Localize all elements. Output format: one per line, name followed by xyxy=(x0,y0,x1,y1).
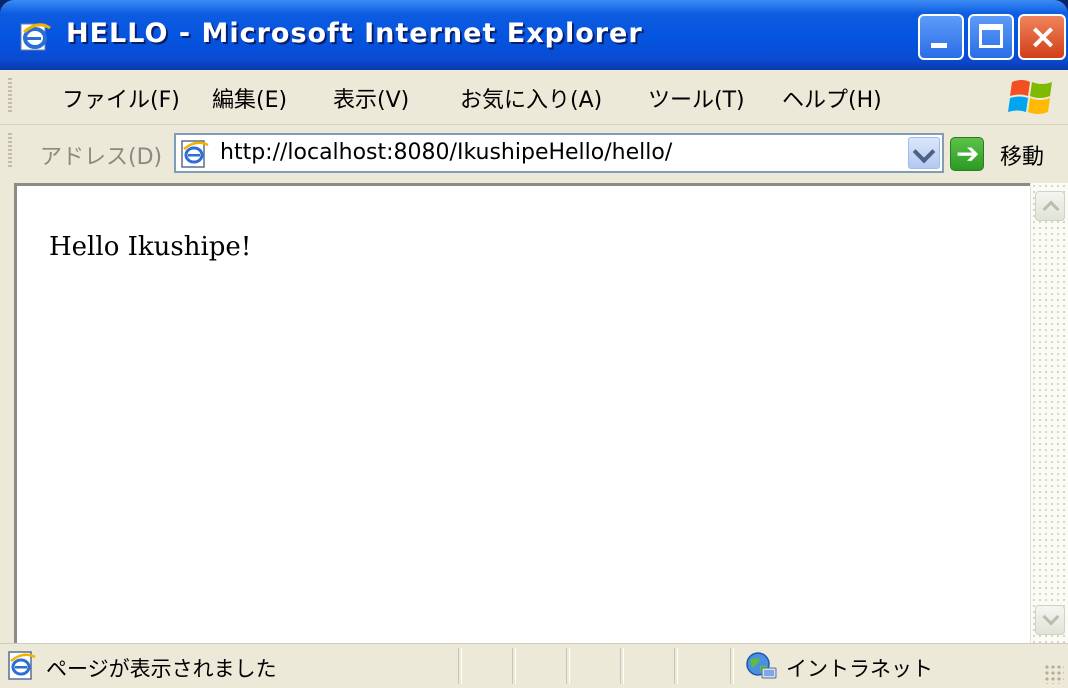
menu-bar: ファイル(F) 編集(E) 表示(V) お気に入り(A) ツール(T) ヘルプ(… xyxy=(0,70,1068,125)
status-bar: ページが表示されました イントラネット xyxy=(0,643,1068,688)
title-bar[interactable]: HELLO - Microsoft Internet Explorer × xyxy=(0,0,1068,70)
address-input[interactable]: http://localhost:8080/IkushipeHello/hell… xyxy=(174,133,944,173)
menu-favorites[interactable]: お気に入り(A) xyxy=(460,82,602,114)
minimize-icon xyxy=(931,43,947,48)
scroll-down-button[interactable] xyxy=(1035,605,1065,635)
menu-view[interactable]: 表示(V) xyxy=(333,82,409,114)
page-loaded-icon xyxy=(8,651,36,680)
page-icon xyxy=(181,140,209,168)
status-separator xyxy=(730,648,734,684)
menu-edit[interactable]: 編集(E) xyxy=(212,82,287,114)
address-bar: アドレス(D) http://localhost:8080/IkushipeHe… xyxy=(0,125,1068,183)
menu-help[interactable]: ヘルプ(H) xyxy=(782,82,882,114)
windows-logo-icon xyxy=(1008,80,1052,114)
close-button[interactable]: × xyxy=(1018,14,1066,60)
window-frame xyxy=(0,183,14,643)
zone-text: イントラネット xyxy=(786,657,933,681)
vertical-scrollbar[interactable] xyxy=(1030,183,1068,643)
chevron-up-icon xyxy=(1042,200,1060,218)
intranet-globe-icon xyxy=(746,652,777,679)
status-separator xyxy=(566,648,570,684)
chevron-down-icon xyxy=(912,140,936,164)
address-url: http://localhost:8080/IkushipeHello/hell… xyxy=(220,140,673,165)
status-separator xyxy=(620,648,624,684)
go-button[interactable]: ➔ 移動 xyxy=(950,133,1068,175)
window-title: HELLO - Microsoft Internet Explorer xyxy=(66,18,643,49)
toolbar-grip[interactable] xyxy=(8,78,12,114)
status-separator xyxy=(512,648,516,684)
go-label: 移動 xyxy=(1000,145,1045,170)
page-text: Hello Ikushipe! xyxy=(49,232,252,262)
go-arrow-icon: ➔ xyxy=(950,137,984,171)
close-icon: × xyxy=(1028,17,1058,57)
status-text: ページが表示されました xyxy=(46,657,277,681)
status-separator xyxy=(458,648,462,684)
address-label: アドレス(D) xyxy=(40,145,163,170)
ie-icon xyxy=(20,23,51,51)
resize-grip[interactable] xyxy=(1044,664,1064,684)
minimize-button[interactable] xyxy=(918,14,964,60)
page-content: Hello Ikushipe! xyxy=(14,183,1030,643)
browser-window: HELLO - Microsoft Internet Explorer × ファ… xyxy=(0,0,1068,688)
maximize-icon xyxy=(979,24,1003,48)
chevron-down-icon xyxy=(1042,608,1060,626)
scroll-up-button[interactable] xyxy=(1035,191,1065,221)
menu-tools[interactable]: ツール(T) xyxy=(648,82,745,114)
toolbar-grip[interactable] xyxy=(8,133,12,169)
status-separator xyxy=(674,648,678,684)
address-dropdown-button[interactable] xyxy=(908,137,940,169)
maximize-button[interactable] xyxy=(968,14,1014,60)
menu-file[interactable]: ファイル(F) xyxy=(62,82,180,114)
